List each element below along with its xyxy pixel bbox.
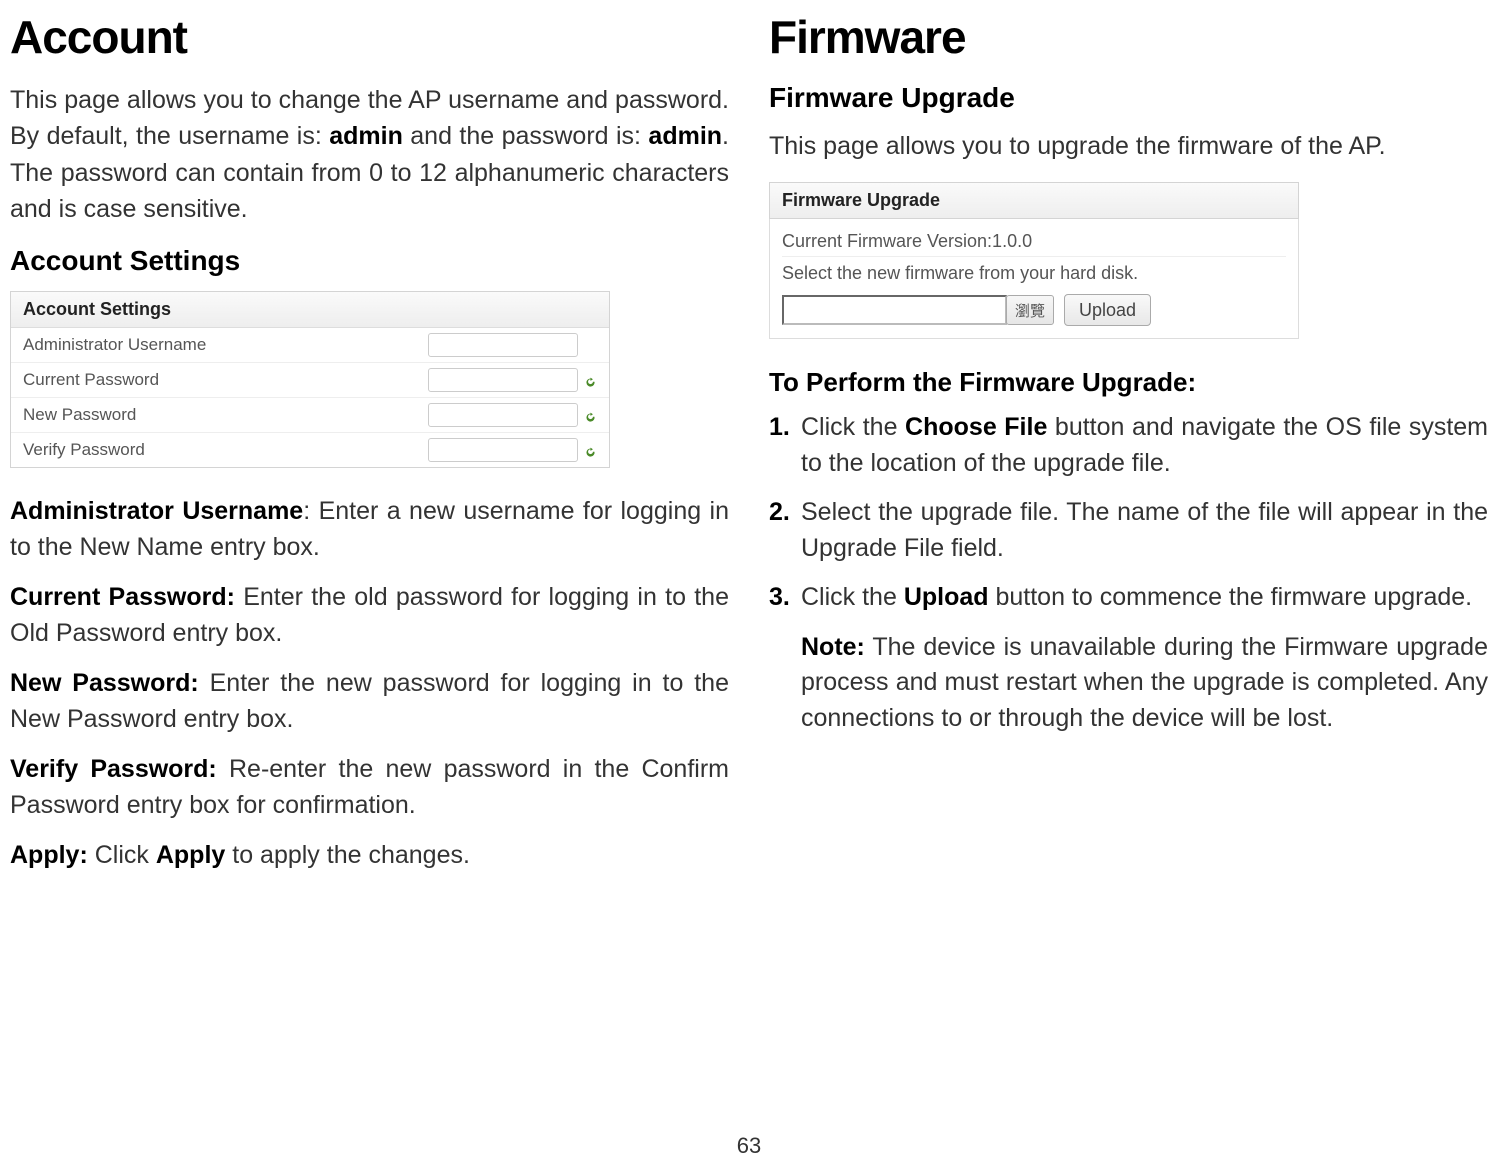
spacer-icon (584, 339, 597, 352)
desc-verify-password: Verify Password: Re-enter the new passwo… (10, 752, 729, 823)
refresh-icon (584, 374, 597, 387)
step-bold: Choose File (905, 413, 1047, 441)
verify-password-input[interactable] (428, 438, 578, 462)
desc-apply: Apply: Click Apply to apply the changes. (10, 838, 729, 874)
account-settings-panel: Account Settings Administrator Username … (10, 291, 610, 468)
row-label: Administrator Username (23, 335, 206, 355)
apply-bold: Apply (156, 841, 225, 869)
intro-bold-2: admin (648, 122, 722, 150)
step-3: Click the Upload button to commence the … (769, 580, 1488, 616)
row-label: Verify Password (23, 440, 145, 460)
row-label: Current Password (23, 370, 159, 390)
file-path-input[interactable] (782, 295, 1007, 325)
step-post: button to commence the firmware upgrade. (989, 583, 1473, 611)
note-text: The device is unavailable during the Fir… (801, 633, 1488, 732)
desc-current-password: Current Password: Enter the old password… (10, 580, 729, 651)
row-new-password: New Password (11, 398, 609, 433)
field-label: Apply: (10, 841, 88, 869)
perform-upgrade-heading: To Perform the Firmware Upgrade: (769, 367, 1488, 398)
step-pre: Click the (801, 583, 904, 611)
row-current-password: Current Password (11, 363, 609, 398)
current-password-input[interactable] (428, 368, 578, 392)
admin-username-input[interactable] (428, 333, 578, 357)
step-2: Select the upgrade file. The name of the… (769, 495, 1488, 566)
upload-button[interactable]: Upload (1064, 294, 1151, 326)
row-label: New Password (23, 405, 136, 425)
account-intro: This page allows you to change the AP us… (10, 82, 729, 227)
browse-button[interactable]: 瀏覽 (1006, 295, 1054, 325)
refresh-icon (584, 444, 597, 457)
field-text-post: to apply the changes. (225, 841, 470, 869)
field-label: New Password: (10, 669, 199, 697)
step-pre: Select the upgrade file. The name of the… (801, 498, 1488, 562)
note-label: Note: (801, 633, 865, 661)
firmware-title: Firmware (769, 10, 1488, 64)
row-admin-username: Administrator Username (11, 328, 609, 363)
firmware-panel-header: Firmware Upgrade (769, 182, 1299, 219)
firmware-select-line: Select the new firmware from your hard d… (782, 257, 1286, 286)
row-verify-password: Verify Password (11, 433, 609, 467)
field-label: Administrator Username (10, 497, 303, 525)
page-number: 63 (0, 1133, 1498, 1159)
firmware-panel: Firmware Upgrade Current Firmware Versio… (769, 182, 1299, 339)
firmware-upgrade-heading: Firmware Upgrade (769, 82, 1488, 114)
account-title: Account (10, 10, 729, 64)
firmware-intro: This page allows you to upgrade the firm… (769, 128, 1488, 164)
step-pre: Click the (801, 413, 905, 441)
step-bold: Upload (904, 583, 989, 611)
note-block: Note: The device is unavailable during t… (769, 630, 1488, 737)
account-settings-heading: Account Settings (10, 245, 729, 277)
field-label: Current Password: (10, 583, 235, 611)
new-password-input[interactable] (428, 403, 578, 427)
account-settings-panel-header: Account Settings (11, 292, 609, 328)
step-1: Click the Choose File button and navigat… (769, 410, 1488, 481)
field-text-pre: Click (88, 841, 156, 869)
file-input-group: 瀏覽 (782, 295, 1054, 325)
desc-admin-username: Administrator Username: Enter a new user… (10, 494, 729, 565)
firmware-version-line: Current Firmware Version:1.0.0 (782, 227, 1286, 257)
intro-text-2: and the password is: (403, 122, 649, 150)
desc-new-password: New Password: Enter the new password for… (10, 666, 729, 737)
intro-bold-1: admin (329, 122, 403, 150)
upgrade-steps-list: Click the Choose File button and navigat… (769, 410, 1488, 616)
field-label: Verify Password: (10, 755, 217, 783)
refresh-icon (584, 409, 597, 422)
